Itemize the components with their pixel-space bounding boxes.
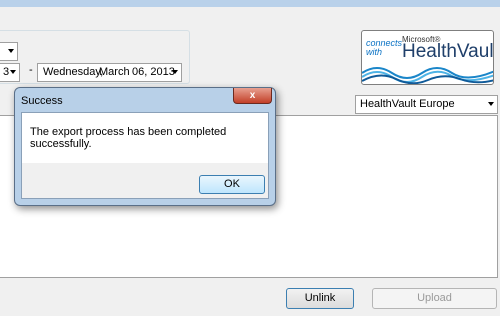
unlink-button[interactable]: Unlink — [286, 288, 354, 309]
close-icon[interactable]: x — [233, 88, 272, 104]
end-date-month: March — [99, 66, 130, 78]
chevron-down-icon — [172, 70, 178, 74]
ok-button[interactable]: OK — [199, 175, 265, 194]
window-title-bar — [0, 0, 500, 7]
healthvault-logo[interactable]: connects with Microsoft® HealthVault® — [361, 30, 494, 85]
end-date-picker[interactable]: Wednesday, March 06, 2013 — [37, 63, 182, 82]
end-date-dayname: Wednesday, — [43, 66, 104, 78]
chevron-down-icon — [10, 70, 16, 74]
dialog-message: The export process has been completed su… — [30, 126, 227, 150]
success-dialog: Success x The export process has been co… — [14, 87, 276, 206]
dialog-body: The export process has been completed su… — [21, 112, 269, 199]
region-selected: HealthVault Europe — [360, 98, 455, 110]
dialog-title: Success — [21, 95, 63, 107]
start-date-picker[interactable]: 3 — [0, 63, 20, 82]
chevron-down-icon — [488, 102, 494, 106]
logo-healthvault: HealthVault® — [402, 41, 494, 62]
start-date-value: 3 — [3, 66, 10, 78]
region-dropdown[interactable]: HealthVault Europe — [355, 95, 498, 114]
dialog-message-area: The export process has been completed su… — [22, 113, 268, 163]
logo-connects-with: connects with — [366, 38, 403, 57]
chevron-down-icon — [8, 49, 14, 53]
date-separator: - — [29, 64, 33, 76]
end-date-day: 06, 2013 — [132, 66, 175, 78]
export-type-dropdown[interactable] — [0, 42, 18, 61]
wave-icon — [362, 67, 493, 84]
upload-button[interactable]: Upload — [372, 288, 497, 309]
